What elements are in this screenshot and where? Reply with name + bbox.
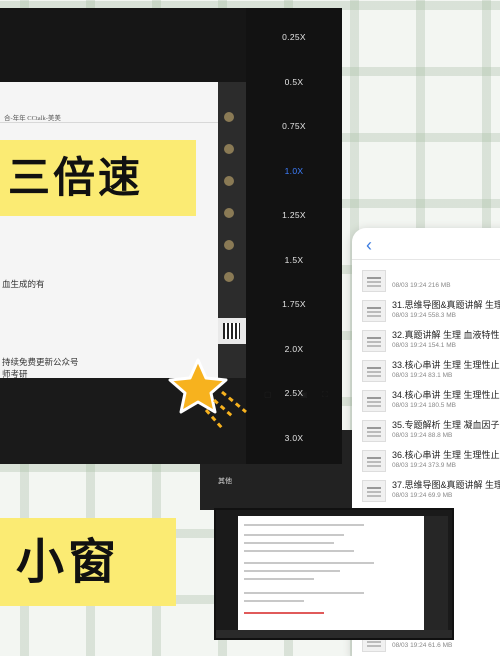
speed-option[interactable]: 0.5X <box>246 77 342 87</box>
playback-speed-menu: 0.25X 0.5X 0.75X 1.0X 1.25X 1.5X 1.75X 2.0X 2.5X… <box>246 8 342 464</box>
slide-text-line <box>244 578 314 580</box>
speed-option[interactable]: 1.25X <box>246 210 342 220</box>
slide-text-line <box>244 562 374 564</box>
file-meta: 08/03 19:24 88.8 MB <box>392 432 453 439</box>
file-name: 37.思维导图&真题讲解 生理 生 <box>392 480 500 490</box>
star-sticker-icon <box>168 358 247 429</box>
speed-option[interactable]: 2.0X <box>246 344 342 354</box>
file-thumbnail-icon <box>362 450 386 472</box>
avatar-icon <box>224 112 234 122</box>
speed-option[interactable]: 1.0X <box>246 166 342 176</box>
file-thumbnail-icon <box>362 330 386 352</box>
speed-option[interactable]: 1.75X <box>246 299 342 309</box>
file-thumbnail-icon <box>362 390 386 412</box>
speed-option[interactable]: 3.0X <box>246 433 342 443</box>
mini-window-slide <box>238 516 424 634</box>
mini-window-control-bar[interactable] <box>216 630 452 638</box>
avatar-icon <box>224 208 234 218</box>
qr-code-icon <box>218 318 246 344</box>
section-label: 其他 <box>218 478 232 485</box>
avatar-icon <box>224 176 234 186</box>
file-name: 31.思维导图&真题讲解 生理 血 <box>392 300 500 310</box>
file-meta: 08/03 19:24 558.3 MB <box>392 312 456 319</box>
file-meta: 08/03 19:24 216 MB <box>392 282 451 289</box>
speed-option[interactable]: 0.75X <box>246 121 342 131</box>
slide-divider <box>0 122 218 123</box>
slide-text-line <box>244 600 304 602</box>
slide-header: 合-年年 CCtalk-美美 <box>4 115 61 122</box>
slide-text-line <box>244 592 364 594</box>
file-meta: 08/03 19:24 373.9 MB <box>392 462 456 469</box>
file-name: 34.核心串讲 生理 生理性止血 <box>392 390 500 400</box>
slide-text-line <box>244 534 344 536</box>
slide-text-line <box>244 570 340 572</box>
back-chevron-icon[interactable]: ‹ <box>366 235 372 256</box>
file-thumbnail-icon <box>362 360 386 382</box>
file-thumbnail-icon <box>362 270 386 292</box>
speed-option[interactable]: 2.5X <box>246 388 342 398</box>
mini-window-player[interactable] <box>214 508 454 640</box>
avatar-icon <box>224 144 234 154</box>
slide-text-line <box>244 612 324 614</box>
slide-content: 合-年年 CCtalk-美美 血生成的有 持续免费更新公众号 师考研 <box>0 82 218 379</box>
file-meta: 08/03 19:24 154.1 MB <box>392 342 456 349</box>
mini-window-side-strip <box>424 516 448 634</box>
file-meta: 08/03 19:24 83.1 MB <box>392 372 453 379</box>
speed-option[interactable]: 0.25X <box>246 32 342 42</box>
caption-triple-speed: 三倍速 <box>0 140 196 216</box>
slide-text-line <box>244 542 334 544</box>
file-thumbnail-icon <box>362 420 386 442</box>
slide-text-line <box>244 524 364 526</box>
file-meta: 08/03 19:24 180.5 MB <box>392 402 456 409</box>
file-name: 35.专题解析 生理 凝血因子【 <box>392 420 500 430</box>
file-thumbnail-icon <box>362 300 386 322</box>
avatar-icon <box>224 240 234 250</box>
file-meta: 08/03 19:24 69.9 MB <box>392 492 453 499</box>
file-list-header: ‹ <box>352 228 500 260</box>
speed-option[interactable]: 1.5X <box>246 255 342 265</box>
caption-mini-window: 小窗 <box>0 518 176 606</box>
file-meta: 08/03 19:24 61.6 MB <box>392 642 453 649</box>
slide-line: 持续免费更新公众号 <box>2 357 79 367</box>
file-name: 36.核心串讲 生理 生理性止血 <box>392 450 500 460</box>
file-name: 33.核心串讲 生理 生理性止血 <box>392 360 500 370</box>
slide-line: 血生成的有 <box>2 279 45 289</box>
file-thumbnail-icon <box>362 480 386 502</box>
avatar-icon <box>224 272 234 282</box>
file-name: 32.真题讲解 生理 血液特性, <box>392 330 500 340</box>
slide-text-line <box>244 550 354 552</box>
